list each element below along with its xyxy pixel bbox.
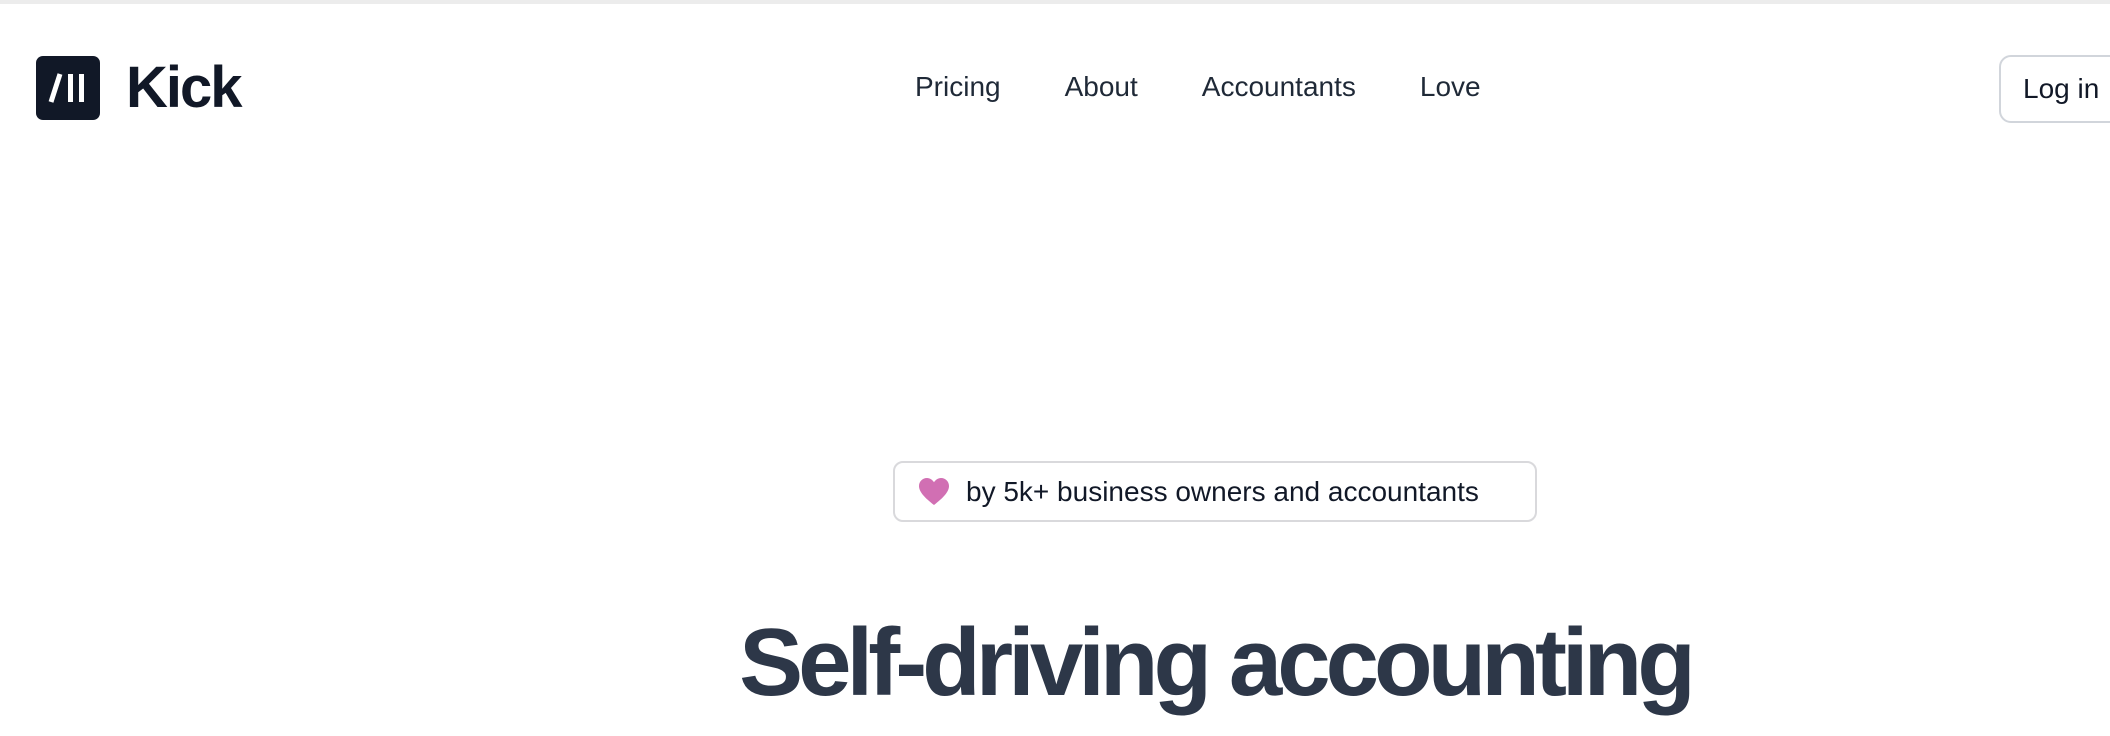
hero-title: Self-driving accounting bbox=[739, 609, 1696, 716]
social-proof-badge: by 5k+ business owners and accountants bbox=[893, 461, 1537, 522]
site-header: Kick Pricing About Accountants Love Log … bbox=[0, 4, 2110, 174]
logo-wordmark: Kick bbox=[126, 55, 243, 120]
nav-item-accountants[interactable]: Accountants bbox=[1202, 70, 1356, 104]
nav-item-love[interactable]: Love bbox=[1420, 70, 1481, 104]
nav-item-pricing[interactable]: Pricing bbox=[915, 70, 1001, 104]
nav-item-about[interactable]: About bbox=[1065, 70, 1138, 104]
main-nav: Pricing About Accountants Love bbox=[915, 70, 1481, 104]
login-button[interactable]: Log in bbox=[1999, 55, 2110, 123]
logo-icon bbox=[36, 56, 100, 120]
logo-link[interactable]: Kick bbox=[36, 55, 243, 120]
badge-text: by 5k+ business owners and accountants bbox=[966, 475, 1479, 507]
heart-icon bbox=[919, 477, 949, 506]
